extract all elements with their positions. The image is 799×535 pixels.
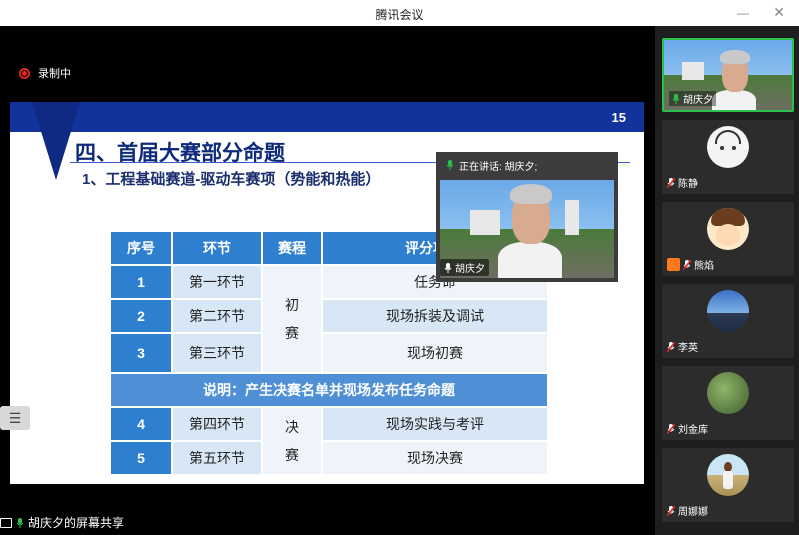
col-header-number: 序号 [109, 230, 173, 266]
participant-rail: 胡庆夕 陈静 熊焰 李英 刘金库 周娜娜 [655, 26, 799, 535]
table-row: 3 第三环节 现场初赛 [109, 332, 549, 374]
participant-shirt [712, 90, 756, 110]
participant-label: 熊焰 [667, 257, 714, 272]
row-item: 现场实践与考评 [321, 406, 549, 442]
row-item: 现场决赛 [321, 440, 549, 476]
active-speaker-window[interactable]: 正在讲话: 胡庆夕; 胡庆夕 [436, 152, 618, 282]
participant-tile[interactable]: 刘金库 [662, 366, 794, 440]
col-header-phase: 赛程 [261, 230, 323, 266]
col-header-stage: 环节 [171, 230, 263, 266]
table-row: 4 第四环节 决 赛 现场实践与考评 [109, 406, 549, 476]
avatar [707, 290, 749, 332]
table-row: 2 第二环节 现场拆装及调试 [109, 298, 549, 334]
row-item: 现场初赛 [321, 332, 549, 374]
speaker-name: 胡庆夕 [455, 264, 485, 275]
row-stage: 第三环节 [171, 332, 263, 374]
table-row: 5 第五环节 现场决赛 [109, 440, 549, 476]
participant-label: 李英 [667, 339, 698, 354]
participant-tile[interactable]: 胡庆夕 [662, 38, 794, 112]
participant-label: 陈静 [667, 175, 698, 190]
participant-label: 刘金库 [667, 421, 708, 436]
mic-icon [444, 262, 452, 273]
background-building [565, 200, 579, 235]
participant-name: 周娜娜 [678, 507, 708, 518]
side-panel-toggle[interactable]: ☰ [0, 406, 30, 430]
phase-char: 赛 [285, 447, 299, 463]
user-icon [667, 258, 680, 271]
speaker-name-tag: 胡庆夕 [440, 259, 489, 276]
participant-hair [720, 50, 750, 64]
mic-muted-icon [667, 423, 675, 434]
participant-name: 陈静 [678, 179, 698, 190]
table-note: 说明：产生决赛名单并现场发布任务命题 [109, 372, 549, 408]
avatar [707, 372, 749, 414]
avatar [707, 454, 749, 496]
row-number: 2 [109, 298, 173, 334]
row-number: 3 [109, 332, 173, 374]
phase-char: 赛 [285, 325, 299, 341]
row-stage: 第二环节 [171, 298, 263, 334]
participant-tile[interactable]: 周娜娜 [662, 448, 794, 522]
row-number: 4 [109, 406, 173, 442]
mic-muted-icon [667, 505, 675, 516]
background-building [470, 210, 500, 235]
row-number: 1 [109, 264, 173, 300]
recording-indicator[interactable]: 录制中 [19, 65, 71, 81]
mic-icon [16, 517, 24, 528]
participant-tile[interactable]: 熊焰 [662, 202, 794, 276]
screen-share-icon [0, 517, 12, 528]
speaking-status: 正在讲话: 胡庆夕; [459, 161, 538, 173]
row-number: 5 [109, 440, 173, 476]
participant-name: 刘金库 [678, 425, 708, 436]
phase-char: 初 [285, 297, 299, 313]
avatar [707, 208, 749, 250]
slide-page-number: 15 [611, 110, 626, 125]
mic-icon [446, 160, 454, 170]
row-stage: 第四环节 [171, 406, 263, 442]
speaker-video: 胡庆夕 [440, 180, 614, 278]
row-item: 现场拆装及调试 [321, 298, 549, 334]
participant-name: 熊焰 [694, 261, 714, 272]
close-icon[interactable]: ✕ [773, 4, 785, 21]
phase-char: 决 [285, 419, 299, 435]
mic-muted-icon [667, 341, 675, 352]
recording-label: 录制中 [38, 68, 71, 80]
row-stage: 第五环节 [171, 440, 263, 476]
participant-label: 胡庆夕 [669, 91, 716, 106]
mic-icon [672, 93, 680, 104]
minimize-icon[interactable]: — [737, 6, 749, 20]
participant-tile[interactable]: 李英 [662, 284, 794, 358]
slide-subheading: 1、工程基础赛道-驱动车赛项（势能和热能） [82, 171, 381, 188]
speaker-shirt [498, 242, 562, 278]
mic-muted-icon [683, 259, 691, 270]
speaker-status-bar: 正在讲话: 胡庆夕; [436, 152, 618, 178]
screen-share-label: 胡庆夕的屏幕共享 [0, 514, 124, 531]
participant-tile[interactable]: 陈静 [662, 120, 794, 194]
participant-label: 周娜娜 [667, 503, 708, 518]
title-bar: 腾讯会议 — ✕ [0, 0, 799, 26]
row-stage: 第一环节 [171, 264, 263, 300]
screen-share-text: 胡庆夕的屏幕共享 [28, 516, 125, 530]
avatar [707, 126, 749, 168]
participant-name: 李英 [678, 343, 698, 354]
slide-decoration [32, 102, 80, 180]
phase-cell-final: 决 赛 [261, 406, 323, 476]
participant-name: 胡庆夕 [683, 95, 713, 106]
phase-cell-prelim: 初 赛 [261, 264, 323, 374]
slide-header-bar [10, 102, 644, 132]
window-title: 腾讯会议 [375, 8, 424, 22]
background-building [682, 62, 704, 80]
mic-muted-icon [667, 177, 675, 188]
record-icon [19, 67, 30, 79]
table-note-row: 说明：产生决赛名单并现场发布任务命题 [109, 372, 549, 408]
speaker-hair [510, 184, 552, 204]
